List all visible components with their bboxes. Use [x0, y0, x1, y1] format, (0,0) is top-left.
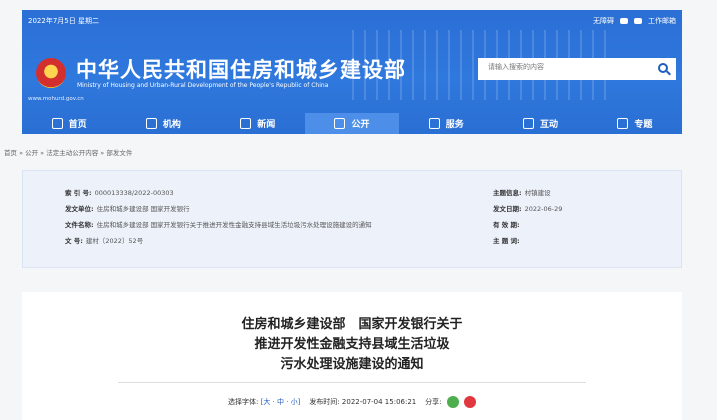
- doc-title-line-1: 住房和城乡建设部 国家开发银行关于: [241, 317, 463, 332]
- meta-index: 索 引 号: 000013338/2022-00303: [65, 189, 174, 197]
- weibo-share-icon[interactable]: [464, 396, 476, 408]
- public-icon: [334, 118, 346, 129]
- share-label: 分享:: [425, 398, 442, 406]
- meta-name: 文件名称: 住房和城乡建设部 国家开发银行关于推进开发性金融支持县域生活垃圾污水处…: [65, 221, 372, 229]
- topic-icon: [617, 118, 629, 129]
- divider: [118, 382, 586, 383]
- meta-date: 发文日期: 2022-06-29: [493, 205, 563, 213]
- building-icon: [145, 118, 157, 129]
- mail-icon[interactable]: [634, 18, 642, 24]
- search-icon[interactable]: [658, 63, 668, 73]
- header-date: 2022年7月5日 星期二: [28, 17, 99, 25]
- breadcrumb[interactable]: 首页 » 公开 » 法定主动公开内容 » 部发文件: [4, 147, 132, 157]
- site-title-en: Ministry of Housing and Urban-Rural Deve…: [77, 82, 329, 89]
- home-icon: [51, 118, 63, 129]
- doc-title-line-3: 污水处理设施建设的通知: [280, 357, 424, 372]
- wechat-icon[interactable]: [620, 18, 628, 24]
- meta-subject: 主 题 词:: [493, 237, 520, 245]
- nav-item-public[interactable]: 公开: [304, 113, 400, 134]
- site-url: www.mohurd.gov.cn: [28, 96, 84, 102]
- font-size-label: 选择字体:: [228, 398, 259, 406]
- doc-title-line-2: 推进开发性金融支持县域生活垃圾: [254, 337, 450, 352]
- publish-time: 2022-07-04 15:06:21: [341, 398, 417, 406]
- doc-tools: 选择字体: [大 · 中 · 小] 发布时间: 2022-07-04 15:06…: [22, 396, 682, 408]
- work-email-link[interactable]: 工作邮箱: [648, 16, 676, 26]
- header-links: 无障碍 工作邮箱: [593, 16, 676, 26]
- nav-item-interaction[interactable]: 互动: [493, 113, 587, 134]
- interaction-icon: [523, 118, 535, 129]
- nav-item-institution[interactable]: 机构: [116, 113, 210, 134]
- document-meta-box: 索 引 号: 000013338/2022-00303 发文单位: 住房和城乡建设部…: [22, 170, 682, 268]
- news-icon: [240, 118, 252, 129]
- wechat-share-icon[interactable]: [446, 396, 459, 408]
- meta-valid: 有 效 期:: [493, 221, 520, 229]
- national-emblem-icon: [36, 58, 66, 88]
- meta-number: 文 号: 建村〔2022〕52号: [65, 237, 144, 245]
- nav-item-home[interactable]: 首页: [22, 113, 116, 134]
- nav-item-service[interactable]: 服务: [399, 113, 493, 134]
- publish-time-label: 发布时间:: [309, 398, 340, 406]
- font-size-options[interactable]: [大 · 中 · 小]: [261, 398, 301, 406]
- main-nav: 首页 机构 新闻 公开 服务 互动 专题: [22, 113, 682, 134]
- site-header: 2022年7月5日 星期二 无障碍 工作邮箱 中华人民共和国住房和城乡建设部 M…: [22, 10, 682, 134]
- search-box: [478, 58, 676, 80]
- accessibility-link[interactable]: 无障碍: [593, 16, 614, 26]
- service-icon: [428, 118, 440, 129]
- site-title[interactable]: 中华人民共和国住房和城乡建设部: [76, 54, 406, 84]
- document-body: 住房和城乡建设部 国家开发银行关于 推进开发性金融支持县域生活垃圾 污水处理设施…: [22, 292, 682, 420]
- meta-topic: 主题信息: 村镇建设: [493, 189, 551, 197]
- search-input[interactable]: [488, 63, 648, 71]
- meta-issuer: 发文单位: 住房和城乡建设部 国家开发银行: [65, 205, 190, 213]
- nav-item-news[interactable]: 新闻: [211, 113, 305, 134]
- nav-item-topic[interactable]: 专题: [588, 113, 682, 134]
